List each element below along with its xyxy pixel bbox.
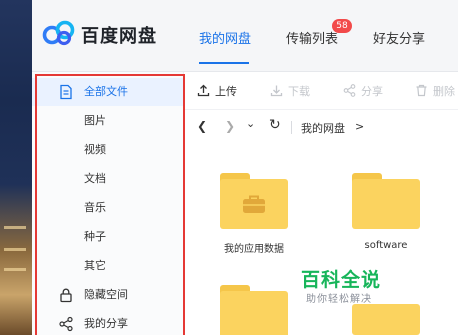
download-button[interactable]: 下载	[270, 83, 310, 99]
sidebar-item-images[interactable]: 图片	[32, 107, 184, 135]
sidebar-item-label: 全部文件	[84, 85, 128, 98]
sidebar-item-label: 文档	[84, 172, 106, 185]
upload-button[interactable]: 上传	[197, 83, 237, 99]
sidebar-item-hidden-space[interactable]: 隐藏空间	[32, 281, 184, 309]
upload-icon	[197, 84, 210, 97]
folder-body	[220, 291, 288, 335]
path-bar: ❮ ❯ ⌄ ↻ 我的网盘 >	[185, 112, 458, 142]
folder-body	[352, 179, 420, 229]
desktop-background	[0, 0, 32, 335]
back-arrow-icon[interactable]: ❮	[197, 119, 207, 133]
download-icon	[270, 85, 283, 97]
sidebar-item-label: 其它	[84, 259, 106, 272]
download-label: 下载	[288, 85, 310, 98]
app-header: 百度网盘 我的网盘 传输列表 58 好友分享	[32, 0, 458, 72]
file-icon	[60, 84, 72, 100]
folder-body	[352, 304, 420, 335]
sidebar-item-label: 种子	[84, 230, 106, 243]
sidebar-item-music[interactable]: 音乐	[32, 194, 184, 222]
breadcrumb-current[interactable]: 我的网盘	[301, 120, 345, 136]
baidu-netdisk-logo	[42, 20, 75, 46]
sidebar-item-my-shares[interactable]: 我的分享	[32, 310, 184, 335]
folder-name[interactable]: software	[326, 240, 446, 251]
lock-icon	[60, 288, 72, 303]
delete-button[interactable]: 删除	[415, 83, 455, 99]
wallpaper-light	[4, 248, 26, 251]
watermark-subtitle: 助你轻松解决	[306, 294, 372, 305]
chevron-down-icon[interactable]: ⌄	[246, 117, 255, 130]
sidebar-item-videos[interactable]: 视频	[32, 136, 184, 164]
sidebar-item-documents[interactable]: 文档	[32, 165, 184, 193]
tab-transfer-list[interactable]: 传输列表	[286, 28, 338, 47]
sidebar-item-label: 图片	[84, 114, 106, 127]
sidebar-item-label: 视频	[84, 143, 106, 156]
share-icon	[343, 84, 356, 97]
sidebar-item-torrents[interactable]: 种子	[32, 223, 184, 251]
watermark-title: 百科全说	[301, 269, 382, 291]
folder-item[interactable]	[220, 173, 288, 229]
wallpaper-light	[4, 226, 26, 229]
transfer-count-badge: 58	[332, 19, 352, 33]
upload-label: 上传	[215, 85, 237, 98]
sidebar-item-label: 隐藏空间	[84, 288, 128, 301]
trash-icon	[416, 84, 427, 97]
folder-body	[220, 179, 288, 229]
breadcrumb-separator: >	[355, 120, 365, 133]
sidebar-item-label: 音乐	[84, 201, 106, 214]
share-label: 分享	[361, 85, 383, 98]
toolbar: 上传 下载 分享 删除	[185, 72, 458, 110]
sidebar-item-others[interactable]: 其它	[32, 252, 184, 280]
path-divider	[291, 121, 292, 134]
refresh-icon[interactable]: ↻	[269, 117, 281, 133]
folder-item[interactable]	[352, 304, 420, 335]
sidebar-item-label: 我的分享	[84, 317, 128, 330]
tab-friend-share[interactable]: 好友分享	[373, 28, 425, 47]
baidu-netdisk-window: 百度网盘 我的网盘 传输列表 58 好友分享 全部文件 图片 视频 文档 音乐	[32, 0, 458, 335]
share-icon	[59, 316, 73, 332]
tab-my-netdisk[interactable]: 我的网盘	[199, 28, 251, 47]
delete-label: 删除	[433, 85, 455, 98]
folder-name[interactable]: 我的应用数据	[194, 240, 314, 255]
briefcase-icon	[243, 195, 265, 213]
sidebar-item-all-files[interactable]: 全部文件	[32, 78, 184, 106]
sidebar: 全部文件 图片 视频 文档 音乐 种子 其它 隐藏空间 我的分享	[32, 72, 185, 335]
forward-arrow-icon[interactable]: ❯	[225, 119, 235, 133]
folder-item[interactable]	[220, 285, 288, 335]
share-button[interactable]: 分享	[343, 83, 383, 99]
wallpaper-light	[4, 268, 26, 271]
active-tab-indicator	[199, 62, 249, 64]
folder-item[interactable]	[352, 173, 420, 229]
app-brand: 百度网盘	[81, 26, 157, 47]
